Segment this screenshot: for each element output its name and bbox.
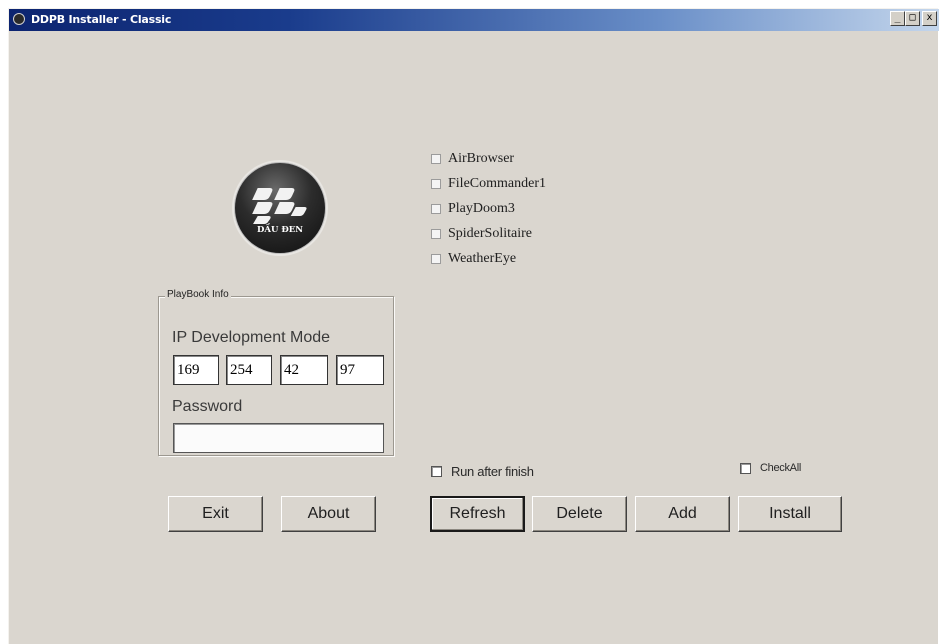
app-checkbox[interactable]: [431, 153, 441, 164]
check-all-label: CheckAll: [760, 462, 802, 474]
close-button[interactable]: x: [922, 11, 937, 26]
window-title: DDPB Installer - Classic: [31, 13, 172, 26]
password-input[interactable]: [173, 423, 384, 453]
minimize-button[interactable]: _: [890, 11, 905, 26]
ip-label: IP Development Mode: [172, 329, 331, 346]
check-all-option[interactable]: CheckAll: [740, 462, 801, 474]
app-item-playdoom3[interactable]: PlayDoom3: [431, 196, 546, 221]
run-after-finish-option[interactable]: Run after finish: [431, 464, 534, 479]
app-icon: [13, 13, 25, 25]
logo-text: DẦU ĐEN: [256, 225, 303, 235]
run-after-finish-checkbox[interactable]: [431, 466, 442, 477]
installer-window: DDPB Installer - Classic _ □ x DẦU ĐEN A…: [8, 8, 939, 644]
install-button[interactable]: Install: [738, 496, 842, 532]
group-label: PlayBook Info: [165, 289, 231, 300]
window-controls: _ □ x: [890, 11, 937, 26]
password-label: Password: [172, 398, 243, 415]
maximize-button[interactable]: □: [905, 11, 920, 26]
delete-button[interactable]: Delete: [532, 496, 627, 532]
app-label: WeatherEye: [448, 250, 517, 266]
app-label: PlayDoom3: [448, 200, 515, 216]
run-after-finish-label: Run after finish: [451, 464, 534, 479]
app-item-weathereye[interactable]: WeatherEye: [431, 246, 546, 271]
app-label: FileCommander1: [448, 175, 546, 191]
ip-octet-4-input[interactable]: 97: [336, 355, 384, 385]
add-button[interactable]: Add: [635, 496, 730, 532]
title-bar[interactable]: DDPB Installer - Classic _ □ x: [9, 9, 939, 31]
ip-octet-2-input[interactable]: 254: [226, 355, 272, 385]
blackberry-logo-icon: DẦU ĐEN: [234, 162, 326, 254]
app-checkbox[interactable]: [431, 178, 441, 189]
app-list: AirBrowser FileCommander1 PlayDoom3 Spid…: [431, 146, 546, 271]
check-all-checkbox[interactable]: [740, 462, 751, 474]
app-label: SpiderSolitaire: [448, 225, 532, 241]
about-button[interactable]: About: [281, 496, 376, 532]
app-item-filecommander1[interactable]: FileCommander1: [431, 171, 546, 196]
app-checkbox[interactable]: [431, 253, 441, 264]
app-item-spidersolitaire[interactable]: SpiderSolitaire: [431, 221, 546, 246]
app-checkbox[interactable]: [431, 203, 441, 214]
app-item-airbrowser[interactable]: AirBrowser: [431, 146, 546, 171]
refresh-button[interactable]: Refresh: [430, 496, 525, 532]
app-label: AirBrowser: [448, 150, 515, 166]
app-checkbox[interactable]: [431, 228, 441, 239]
playbook-info-group: PlayBook Info IP Development Mode 169 25…: [158, 289, 394, 456]
exit-button[interactable]: Exit: [168, 496, 263, 532]
ip-octet-1-input[interactable]: 169: [173, 355, 219, 385]
ip-octet-3-input[interactable]: 42: [280, 355, 328, 385]
